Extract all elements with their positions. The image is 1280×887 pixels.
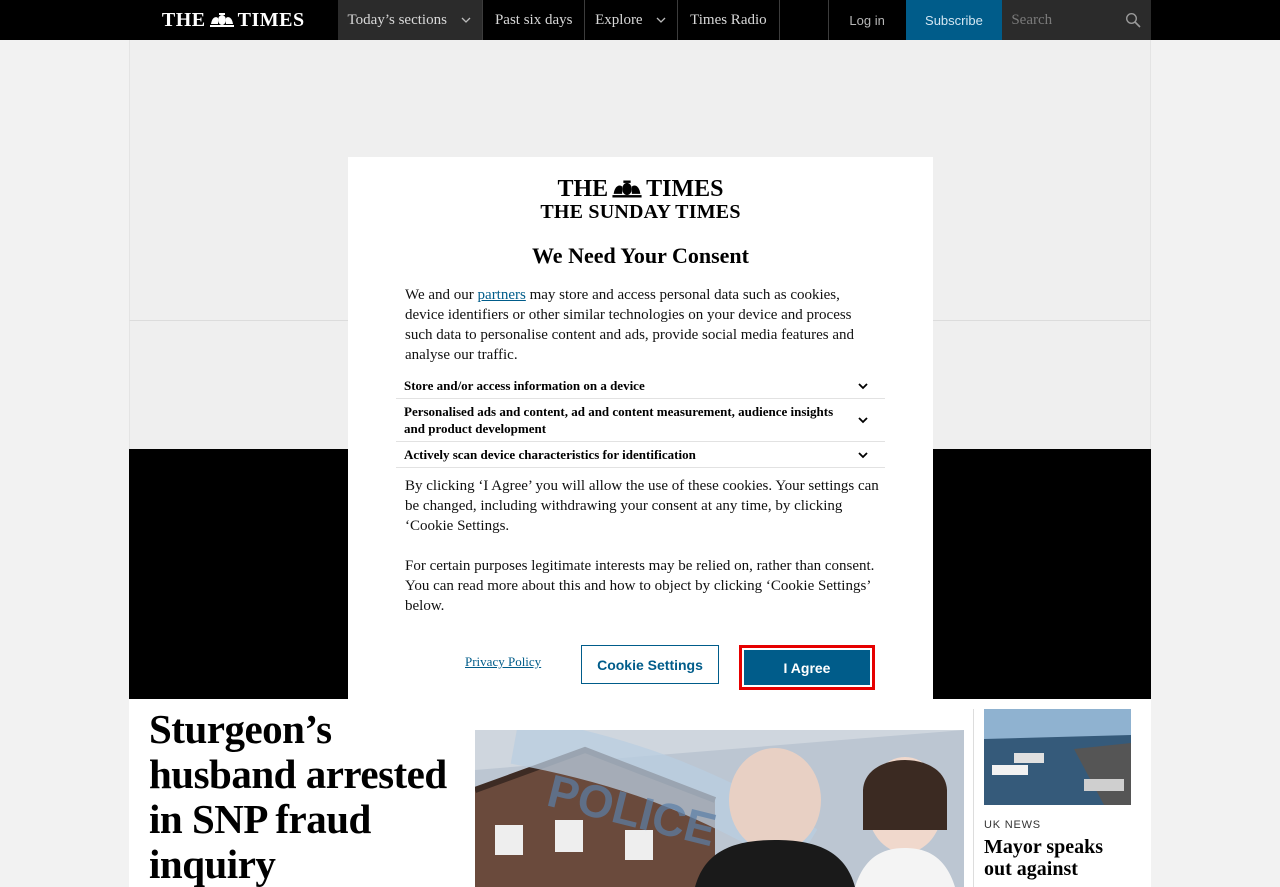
cookie-settings-button[interactable]: Cookie Settings xyxy=(581,645,719,684)
times-logo: THE TIMES xyxy=(161,8,305,31)
i-agree-button[interactable]: I Agree xyxy=(739,645,875,690)
partners-link[interactable]: partners xyxy=(478,287,526,303)
subscribe-button[interactable]: Subscribe xyxy=(905,0,1003,40)
subscribe-label: Subscribe xyxy=(925,12,983,28)
consent-legitimate-interest: For certain purposes legitimate interest… xyxy=(405,558,875,614)
past-six-days-label: Past six days xyxy=(494,11,573,28)
lead-photo: POLICE xyxy=(475,730,964,887)
nav-spacer xyxy=(780,0,829,40)
times-radio-link[interactable]: Times Radio xyxy=(678,0,780,40)
chevron-down-icon xyxy=(858,382,868,389)
royal-crest-icon xyxy=(209,13,234,27)
cookie-settings-label: Cookie Settings xyxy=(597,656,703,673)
side-story-headline[interactable]: Mayor speaks out against xyxy=(984,836,1134,880)
top-navigation-bar: THE TIMES Today’s sections Past six days… xyxy=(0,0,1280,40)
login-label: Log in xyxy=(849,12,885,28)
explore-menu[interactable]: Explore xyxy=(585,0,678,40)
privacy-policy-link[interactable]: Privacy Policy xyxy=(465,654,541,670)
consent-title: We Need Your Consent xyxy=(532,243,749,268)
search-icon[interactable] xyxy=(1125,12,1141,28)
chevron-down-icon xyxy=(858,451,868,458)
lead-story-image[interactable]: POLICE xyxy=(475,730,964,887)
royal-crest-icon xyxy=(612,180,642,198)
side-story-category: UK NEWS xyxy=(984,819,1041,831)
consent-agree-explanation: By clicking ‘I Agree’ you will allow the… xyxy=(405,478,879,534)
times-radio-label: Times Radio xyxy=(690,11,767,28)
search-input[interactable] xyxy=(1002,0,1118,40)
past-six-days-link[interactable]: Past six days xyxy=(483,0,586,40)
side-story-image[interactable] xyxy=(984,709,1131,805)
todays-sections-label: Today’s sections xyxy=(347,11,447,28)
column-divider xyxy=(973,709,974,887)
purpose-store-access[interactable]: Store and/or access information on a dev… xyxy=(396,373,885,399)
i-agree-label: I Agree xyxy=(783,659,831,676)
times-logo-link[interactable]: THE TIMES xyxy=(129,0,338,40)
purpose-device-scan[interactable]: Actively scan device characteristics for… xyxy=(396,442,885,468)
explore-label: Explore xyxy=(595,11,643,28)
lead-headline[interactable]: Sturgeon’s husband arrested in SNP fraud… xyxy=(149,707,469,887)
purpose-personalised-ads[interactable]: Personalised ads and content, ad and con… xyxy=(396,399,885,442)
consent-logo: THE TIMES THE SUNDAY TIMES xyxy=(540,176,741,223)
harbour-photo xyxy=(984,709,1131,805)
chevron-down-icon xyxy=(656,17,666,23)
todays-sections-menu[interactable]: Today’s sections xyxy=(337,0,484,40)
chevron-down-icon xyxy=(858,417,868,424)
chevron-down-icon xyxy=(461,17,471,23)
consent-dialog: THE TIMES THE SUNDAY TIMES We Need Your … xyxy=(348,157,933,730)
consent-intro: We and our partners may store and access… xyxy=(405,287,855,363)
login-link[interactable]: Log in xyxy=(829,0,906,40)
search-box xyxy=(1002,0,1151,40)
